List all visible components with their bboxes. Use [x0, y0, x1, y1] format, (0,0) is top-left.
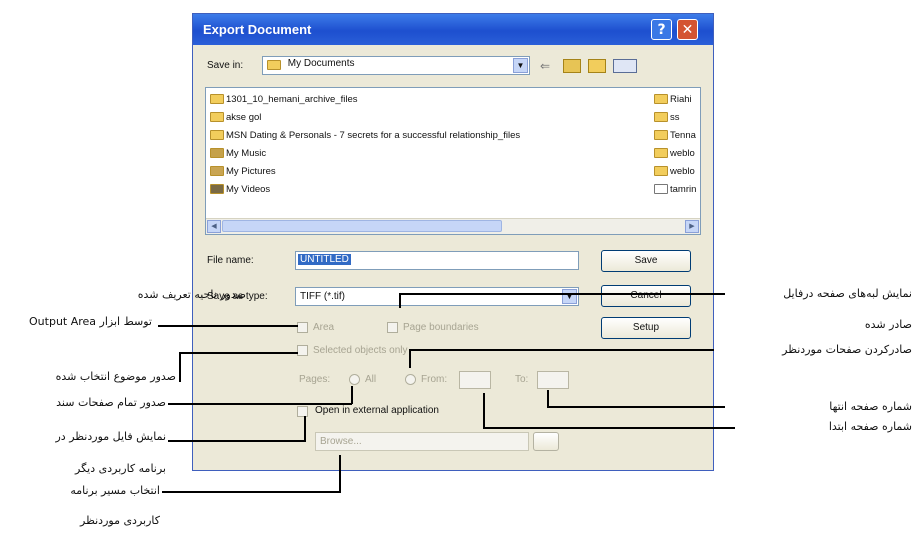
annotation-select-path: انتخاب مسیر برنامه [70, 484, 160, 497]
annotation-export-all: صدور تمام صفحات سند [56, 396, 166, 409]
pointer-last [547, 390, 725, 408]
annotation-export-pages: صادرکردن صفحات موردنظر [782, 343, 912, 356]
annotation-exported: صادر شده [864, 318, 912, 331]
annotation-first-page: شماره صفحه ابتدا [828, 420, 912, 433]
annotation-export-selected: صدور موضوع انتخاب شده [55, 370, 176, 383]
annotation-show-file: نمایش فایل موردنظر در [55, 430, 167, 443]
pointer-lines [399, 293, 725, 308]
annotation-last-page: شماره صفحه انتها [829, 400, 912, 413]
pointer-selected [179, 352, 298, 382]
annotation-target-app: کاربردی موردنظر [80, 514, 160, 527]
annotation-show-lines: نمایش لبه‌های صفحه درفایل [783, 287, 912, 300]
pointer-path [162, 455, 341, 493]
annotation-other-app: برنامه کاربردی دیگر [75, 462, 166, 475]
annotation-output-area: توسط ابزار Output Area [29, 315, 152, 328]
annotation-lines [158, 293, 735, 493]
pointer-first [483, 393, 735, 429]
annotation-export-area: صدور ناحیه تعریف شده [137, 288, 246, 301]
pointer-pages [409, 349, 714, 368]
pointer-show-file [168, 416, 306, 442]
